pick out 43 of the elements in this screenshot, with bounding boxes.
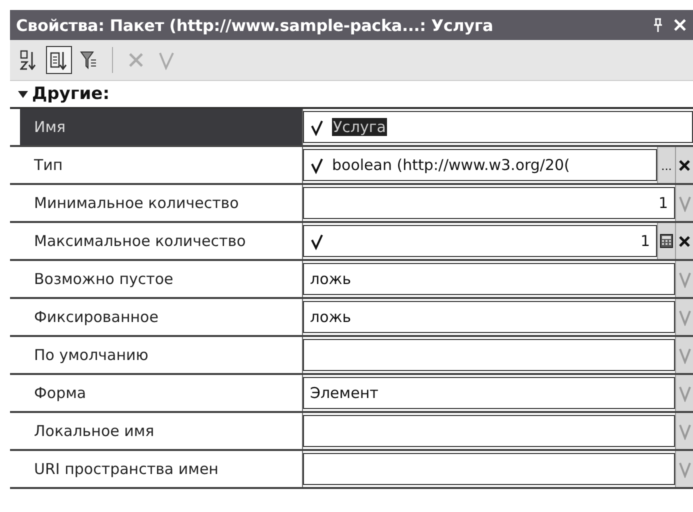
value-field[interactable] bbox=[303, 453, 675, 485]
value-text: ложь bbox=[310, 270, 352, 288]
value-text: 1 bbox=[640, 232, 650, 250]
accept-icon bbox=[678, 384, 692, 402]
filter-icon bbox=[80, 50, 98, 70]
value-field[interactable] bbox=[303, 415, 675, 447]
value-field[interactable]: 1 bbox=[303, 225, 657, 257]
accept-icon bbox=[157, 50, 175, 70]
categories-button[interactable] bbox=[46, 46, 72, 74]
calculator-icon bbox=[660, 234, 673, 248]
value-field[interactable]: ложь bbox=[303, 301, 675, 333]
accept-icon bbox=[678, 270, 692, 288]
accept-icon bbox=[678, 422, 692, 440]
value-field[interactable]: boolean (http://www.w3.org/20( bbox=[303, 149, 657, 181]
expand-toggle-icon[interactable] bbox=[18, 89, 28, 99]
accept-icon bbox=[678, 194, 692, 212]
accept-icon bbox=[678, 308, 692, 326]
pin-icon bbox=[653, 18, 663, 32]
calculator-button[interactable] bbox=[657, 223, 675, 259]
value-text: Услуга bbox=[332, 118, 387, 136]
pin-button[interactable] bbox=[651, 16, 665, 34]
value-field[interactable]: ложь bbox=[303, 263, 675, 295]
value-text: Элемент bbox=[310, 384, 378, 402]
categorized-list-icon bbox=[50, 50, 68, 70]
value-text: 1 bbox=[658, 194, 668, 212]
clear-button[interactable] bbox=[675, 147, 693, 183]
value-field[interactable] bbox=[303, 339, 675, 371]
sort-icon bbox=[20, 50, 38, 70]
clear-icon bbox=[678, 158, 691, 172]
property-label[interactable]: Имя bbox=[20, 109, 303, 145]
ellipsis-button[interactable]: ... bbox=[657, 147, 675, 183]
accept-icon bbox=[678, 460, 692, 478]
close-icon bbox=[673, 18, 687, 32]
value-field[interactable]: Элемент bbox=[303, 377, 675, 409]
value-field[interactable]: Услуга bbox=[303, 111, 693, 143]
value-text: boolean (http://www.w3.org/20( bbox=[332, 156, 570, 174]
accept-icon bbox=[678, 346, 692, 364]
clear-icon bbox=[678, 234, 691, 248]
clear-button[interactable] bbox=[675, 223, 693, 259]
group-title: Другие: bbox=[32, 84, 110, 104]
value-field[interactable]: 1 bbox=[303, 187, 675, 219]
value-text: ложь bbox=[310, 308, 352, 326]
window-title: Свойства: Пакет (http://www.sample-packa...: Услуга bbox=[16, 16, 494, 34]
